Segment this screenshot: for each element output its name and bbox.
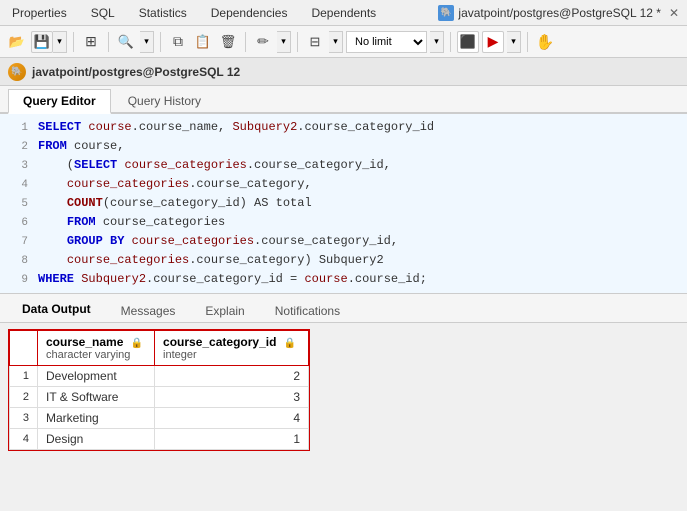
search-dropdown[interactable]: ▾ <box>140 31 154 53</box>
delete-button[interactable]: 🗑 <box>217 31 239 53</box>
output-tabs: Data Output Messages Explain Notificatio… <box>0 294 687 323</box>
row-number: 1 <box>10 366 38 387</box>
col-name-category-id: course_category_id <box>163 335 276 349</box>
sql-line-7: 7 GROUP BY course_categories.course_cate… <box>0 232 687 251</box>
data-table-container: course_name 🔒 character varying course_c… <box>8 329 310 451</box>
menu-sql[interactable]: SQL <box>87 4 119 22</box>
edit-dropdown[interactable]: ▾ <box>277 31 291 53</box>
sep3 <box>160 32 161 52</box>
run-dropdown[interactable]: ▾ <box>507 31 521 53</box>
tab-data-output[interactable]: Data Output <box>8 298 105 322</box>
pan-button[interactable]: ✋ <box>534 31 556 53</box>
connection-icon: 🐘 <box>8 63 26 81</box>
tab-messages[interactable]: Messages <box>107 300 190 322</box>
menu-dependencies[interactable]: Dependencies <box>207 4 292 22</box>
connection-title: 🐘 javatpoint/postgres@PostgreSQL 12 * ✕ <box>438 5 679 21</box>
table-row: 2IT & Software3 <box>10 387 309 408</box>
row-num-header <box>10 331 38 366</box>
col-name-course-name: course_name <box>46 335 123 349</box>
table-row: 4Design1 <box>10 429 309 450</box>
cell-course-name: IT & Software <box>38 387 155 408</box>
sql-line-8: 8 course_categories.course_category) Sub… <box>0 251 687 270</box>
cell-course-name: Marketing <box>38 408 155 429</box>
filter-button[interactable]: ⊟ <box>304 31 326 53</box>
sql-line-5: 5 COUNT(course_category_id) AS total <box>0 194 687 213</box>
tab-query-editor[interactable]: Query Editor <box>8 89 111 114</box>
data-table: course_name 🔒 character varying course_c… <box>9 330 309 450</box>
row-number: 3 <box>10 408 38 429</box>
cell-category-id: 1 <box>155 429 309 450</box>
cell-course-name: Design <box>38 429 155 450</box>
save-button[interactable]: 💾 <box>31 31 53 53</box>
paste-button[interactable]: 📋 <box>192 31 214 53</box>
stop-button[interactable]: ⬛ <box>457 31 479 53</box>
open-button[interactable]: 📂 <box>6 31 28 53</box>
menu-properties[interactable]: Properties <box>8 4 71 22</box>
sep1 <box>73 32 74 52</box>
col-type-category-id: integer <box>163 349 300 361</box>
sql-line-9: 9 WHERE Subquery2.course_category_id = c… <box>0 270 687 289</box>
run-button[interactable]: ▶ <box>482 31 504 53</box>
col-type-course-name: character varying <box>46 349 146 361</box>
col-header-course-category-id: course_category_id 🔒 integer <box>155 331 309 366</box>
connection-title-text: javatpoint/postgres@PostgreSQL 12 * <box>458 6 661 20</box>
sql-line-3: 3 (SELECT course_categories.course_categ… <box>0 156 687 175</box>
tab-query-history[interactable]: Query History <box>113 89 216 112</box>
sql-line-6: 6 FROM course_categories <box>0 213 687 232</box>
lock-icon-category-id: 🔒 <box>284 338 296 349</box>
filter-dropdown[interactable]: ▾ <box>329 31 343 53</box>
sep2 <box>108 32 109 52</box>
db-icon: 🐘 <box>438 5 454 21</box>
sep6 <box>450 32 451 52</box>
toolbar: 📂 💾 ▾ ⊞ 🔍 ▾ ⧉ 📋 🗑 ✏ ▾ ⊟ ▾ No limit 100 r… <box>0 26 687 58</box>
grid-button[interactable]: ⊞ <box>80 31 102 53</box>
sql-line-4: 4 course_categories.course_category, <box>0 175 687 194</box>
limit-select[interactable]: No limit 100 rows 500 rows 1000 rows <box>346 31 427 53</box>
sep4 <box>245 32 246 52</box>
table-row: 3Marketing4 <box>10 408 309 429</box>
copy-button[interactable]: ⧉ <box>167 31 189 53</box>
edit-button[interactable]: ✏ <box>252 31 274 53</box>
connection-bar: 🐘 javatpoint/postgres@PostgreSQL 12 <box>0 58 687 86</box>
close-tab-icon[interactable]: ✕ <box>669 6 679 20</box>
limit-dropdown[interactable]: ▾ <box>430 31 444 53</box>
table-row: 1Development2 <box>10 366 309 387</box>
cell-category-id: 2 <box>155 366 309 387</box>
cell-course-name: Development <box>38 366 155 387</box>
tab-notifications[interactable]: Notifications <box>261 300 354 322</box>
menu-dependents[interactable]: Dependents <box>307 4 380 22</box>
sep7 <box>527 32 528 52</box>
sep5 <box>297 32 298 52</box>
menu-statistics[interactable]: Statistics <box>135 4 191 22</box>
row-number: 4 <box>10 429 38 450</box>
search-button[interactable]: 🔍 <box>115 31 137 53</box>
cell-category-id: 4 <box>155 408 309 429</box>
row-number: 2 <box>10 387 38 408</box>
save-dropdown[interactable]: ▾ <box>53 31 67 53</box>
menu-bar: Properties SQL Statistics Dependencies D… <box>0 0 687 26</box>
tab-explain[interactable]: Explain <box>191 300 258 322</box>
data-output-panel: course_name 🔒 character varying course_c… <box>0 323 687 460</box>
query-editor-tabs: Query Editor Query History <box>0 86 687 114</box>
connection-text: javatpoint/postgres@PostgreSQL 12 <box>32 65 240 79</box>
cell-category-id: 3 <box>155 387 309 408</box>
save-group: 💾 ▾ <box>31 31 67 53</box>
sql-line-2: 2 FROM course, <box>0 137 687 156</box>
col-header-course-name: course_name 🔒 character varying <box>38 331 155 366</box>
sql-line-1: 1 SELECT course.course_name, Subquery2.c… <box>0 118 687 137</box>
sql-editor[interactable]: 1 SELECT course.course_name, Subquery2.c… <box>0 114 687 294</box>
lock-icon-course-name: 🔒 <box>131 338 143 349</box>
